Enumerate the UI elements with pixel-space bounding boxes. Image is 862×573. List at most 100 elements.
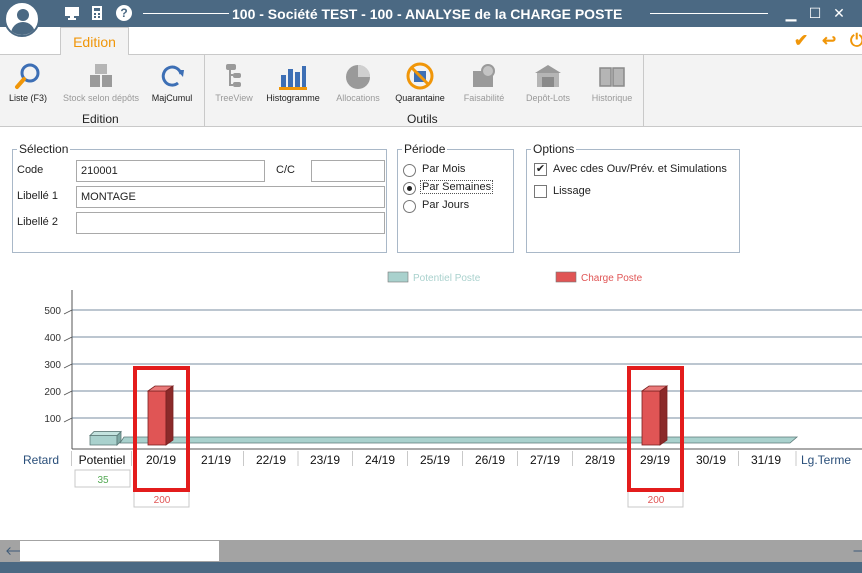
y-tick-label: 300 [44,360,61,371]
x-tick-label: 29/19 [640,453,670,467]
bar-charge-side [659,385,668,446]
cc-field[interactable] [311,160,385,182]
avatar-body-shape [11,22,35,35]
treeview-icon [226,64,241,87]
depot-lots-button[interactable]: Depôt-Lots [522,61,574,107]
treeview-label: TreeView [215,93,253,103]
par-jours-label[interactable]: Par Jours [422,199,469,211]
legend-swatch [387,271,409,283]
y-tick-label: 200 [44,387,61,398]
y-tick-mark [63,363,73,369]
warehouse-icon [535,65,561,87]
faisabilite-button[interactable]: Faisabilité [458,61,510,107]
minimize-button[interactable]: ▁ [782,4,800,22]
avec-cdes-label[interactable]: Avec cdes Ouv/Prév. et Simulations [553,163,727,175]
x-tick-label: 20/19 [146,453,176,467]
lissage-label[interactable]: Lissage [553,185,591,197]
allocations-label: Allocations [336,93,380,103]
y-tick-label: 500 [44,306,61,317]
x-tick-label: 25/19 [420,453,450,467]
value-label: 200 [648,495,665,506]
quarantine-icon [406,62,434,90]
potentiel-strip [119,436,799,444]
power-icon[interactable]: ⏻ [850,31,862,51]
stock-depots-button[interactable]: Stock selon dépôts [58,61,144,107]
options-legend: Options [533,142,575,156]
libelle1-label: Libellé 1 [17,190,58,202]
x-tick-label: 31/19 [751,453,781,467]
ribbon-separator [204,55,205,127]
boxes-icon [90,64,112,87]
historique-button[interactable]: Historique [586,61,638,107]
treeview-button[interactable]: TreeView [210,61,258,107]
window-title: 100 - Société TEST - 100 - ANALYSE de la… [232,6,623,22]
calculator-icon[interactable] [89,5,105,21]
x-tick-label: 26/19 [475,453,505,467]
stock-depots-label: Stock selon dépôts [62,93,140,103]
edition-group-label: Edition [82,112,119,126]
validate-icon[interactable]: ✔ [794,31,808,51]
libelle2-label: Libellé 2 [17,216,58,228]
bar-potentiel-top [89,431,122,436]
historique-label: Historique [591,93,633,103]
periode-legend: Période [404,142,446,156]
outils-group-label: Outils [407,112,438,126]
user-avatar[interactable] [4,1,40,37]
feasibility-icon [473,64,495,87]
bar-potentiel [89,435,118,446]
x-tick-label: 22/19 [256,453,286,467]
allocations-button[interactable]: Allocations [332,61,384,107]
par-semaines-label[interactable]: Par Semaines [420,180,494,194]
legend-label: Potentiel Poste [413,273,481,284]
faisabilite-label: Faisabilité [463,93,505,103]
close-button[interactable]: ✕ [830,4,848,22]
legend-label: Charge Poste [581,273,643,284]
bar-charge-side [165,385,174,446]
libelle1-field[interactable] [76,186,385,208]
help-icon[interactable]: ? [116,5,132,21]
x-tick-label: 27/19 [530,453,560,467]
majcumul-button[interactable]: MajCumul [148,61,196,107]
x-tick-label: Lg.Terme [801,453,851,467]
depot-lots-label: Depôt-Lots [525,93,571,103]
x-tick-label: Potentiel [79,453,126,467]
avec-cdes-checkbox[interactable]: ✔ [534,163,547,176]
y-tick-mark [63,417,73,423]
liste-button[interactable]: Liste (F3) [4,61,52,107]
libelle2-field[interactable] [76,212,385,234]
options-panel: Options [526,142,740,253]
periode-panel: Période [397,142,514,253]
code-field[interactable] [76,160,265,182]
par-jours-radio[interactable] [403,200,416,213]
bar-charge [147,390,167,446]
y-tick-mark [63,309,73,315]
scroll-right-icon[interactable]: 🡒 [852,543,862,558]
histogramme-button[interactable]: Histogramme [262,61,324,107]
x-tick-label: 30/19 [696,453,726,467]
par-mois-radio[interactable] [403,164,416,177]
search-icon [15,63,40,89]
y-tick-label: 400 [44,333,61,344]
back-icon[interactable]: ↩ [822,31,836,51]
par-mois-label[interactable]: Par Mois [422,163,465,175]
horizontal-scrollbar[interactable]: 🡐 🡒 [0,540,862,562]
histogram-chart: Potentiel Poste Charge Poste 100 200 300 400 5… [0,262,862,512]
y-tick-mark [63,336,73,342]
histogram-icon [279,66,307,90]
tab-edition[interactable]: Edition [60,27,129,56]
par-semaines-radio[interactable] [403,182,416,195]
scrollbar-thumb[interactable] [20,541,219,561]
chart-canvas: Potentiel Poste Charge Poste 100 200 300 400 5… [23,271,862,508]
quarantaine-button[interactable]: Quarantaine [392,61,448,107]
legend-swatch [555,271,577,283]
monitor-icon[interactable] [64,5,80,21]
refresh-icon [161,65,184,87]
lissage-checkbox[interactable] [534,185,547,198]
value-label: 35 [97,475,109,486]
maximize-button[interactable]: ☐ [806,4,824,22]
value-label: 200 [154,495,171,506]
status-bar [0,562,862,573]
x-tick-label: 21/19 [201,453,231,467]
ribbon-tab-row: Edition ✔ ↩ ⏻ [0,27,862,56]
x-tick-label: 24/19 [365,453,395,467]
